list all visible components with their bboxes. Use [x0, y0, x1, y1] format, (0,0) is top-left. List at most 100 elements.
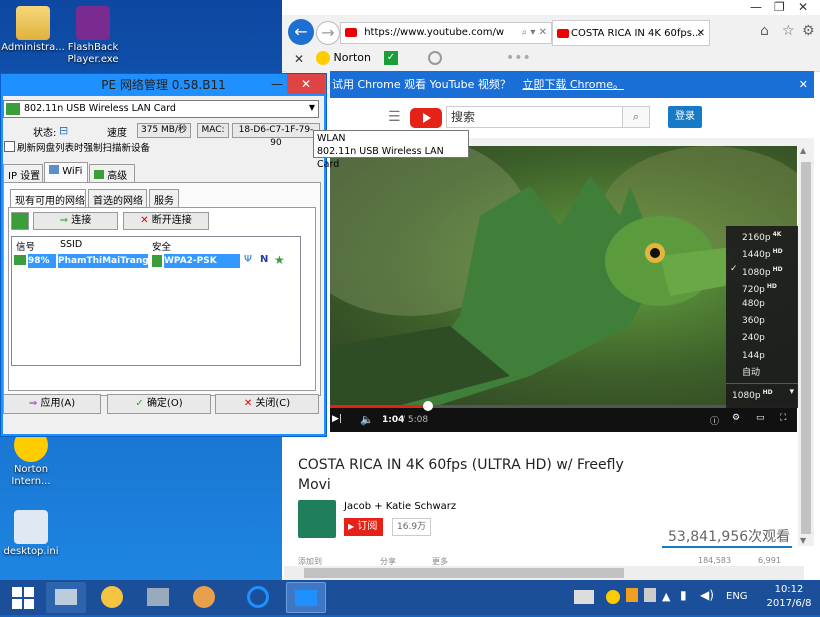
tab-ip-settings[interactable]: IP 设置 — [3, 164, 43, 182]
fullscreen-icon[interactable]: ⛶ — [780, 413, 786, 423]
url-text: https://www.youtube.com/w — [364, 27, 505, 38]
identity-safe-icon[interactable] — [428, 51, 442, 65]
channel-name[interactable]: Jacob + Katie Schwarz — [344, 501, 456, 512]
quality-option[interactable]: ✓ 1080p HD — [726, 261, 798, 278]
tab-youtube[interactable]: COSTA RICA IN 4K 60fps... ✕ — [552, 20, 710, 46]
volume-icon[interactable]: 🔈 — [360, 413, 374, 426]
language-indicator[interactable]: ENG — [726, 591, 748, 602]
norton-toolbar-button[interactable]: Norton — [316, 51, 371, 65]
search-input[interactable]: 搜索 — [446, 106, 624, 128]
usb-icon[interactable] — [644, 588, 656, 602]
video-controls: ▶| 🔈 1:04 / 5:08 ⓘ ⚙ ▭ ⛶ — [330, 401, 797, 432]
quality-label: 1440p — [742, 250, 771, 261]
theater-mode-icon[interactable]: ▭ — [756, 413, 765, 423]
quality-option[interactable]: 480p — [726, 296, 798, 313]
quality-label: 480p — [742, 298, 765, 309]
close-toolbar-icon[interactable]: ✕ — [294, 52, 304, 66]
close-button[interactable]: ✕ 关闭(C) — [215, 394, 319, 414]
up-arrow-icon[interactable]: ▲ — [662, 590, 670, 603]
maximize-button[interactable]: ❐ — [774, 0, 785, 14]
forward-button[interactable]: → — [316, 21, 340, 45]
banner-close-icon[interactable]: ✕ — [799, 71, 808, 98]
close-window-button[interactable]: ✕ — [798, 0, 808, 14]
page-scrollbar[interactable]: ▲ ▼ — [798, 146, 814, 546]
tab-preferred-networks[interactable]: 首选的网络 — [88, 189, 147, 207]
tab-close-icon[interactable]: ✕ — [697, 21, 705, 45]
pe-network-manager-window: PE 网络管理 0.58.B11 — ✕ 802.11n USB Wireles… — [0, 73, 327, 437]
taskbar-image-button[interactable] — [138, 582, 178, 613]
apply-button[interactable]: ⇒ 应用(A) — [3, 394, 101, 414]
clock[interactable]: 10:12 2017/6/8 — [758, 583, 820, 611]
minimize-button[interactable]: — — [750, 0, 762, 14]
search-icon[interactable]: ⌕ — [622, 106, 650, 128]
gear-icon[interactable]: ⚙ — [802, 23, 815, 39]
tooltip-title: WLAN — [317, 133, 346, 144]
more-icon[interactable]: ••• — [506, 50, 531, 66]
quality-option[interactable]: 自动 — [726, 365, 798, 382]
taskbar-pe-network-button[interactable] — [286, 582, 326, 613]
volume-tray-icon[interactable]: ◀) — [700, 588, 714, 602]
ok-button[interactable]: ✓ 确定(O) — [107, 394, 211, 414]
tab-services[interactable]: 服务 — [149, 189, 179, 207]
download-chrome-link[interactable]: 立即下载 Chrome。 — [522, 78, 624, 91]
taskbar-computer-button[interactable] — [46, 582, 86, 613]
notification-flag-icon[interactable] — [626, 588, 638, 602]
speed-value: 375 MB/秒 — [137, 123, 191, 138]
channel-avatar[interactable] — [298, 500, 336, 538]
like-count[interactable]: 184,583 — [698, 556, 731, 565]
quality-label: 240p — [742, 333, 765, 344]
search-dropdown-icon[interactable]: ⌕ ▾ ✕ — [522, 23, 547, 43]
refresh-checkbox-label: 刷新网盘列表时强制扫描新设备 — [17, 143, 151, 154]
favorites-star-icon[interactable]: ☆ — [782, 23, 795, 39]
seek-thumb[interactable] — [423, 401, 434, 411]
safe-check-icon[interactable]: ✓ — [384, 51, 398, 65]
adapter-select[interactable]: 802.11n USB Wireless LAN Card ▼ — [3, 100, 319, 118]
menu-icon[interactable]: ☰ — [388, 109, 401, 125]
network-row[interactable]: 98% PhamThiMaiTrang WPA2-PSK Ψ N ★ — [12, 253, 300, 269]
tab-available-networks[interactable]: 现有可用的网络 — [10, 189, 86, 207]
taskbar-paint-button[interactable] — [184, 582, 224, 613]
address-bar[interactable]: https://www.youtube.com/w ⌕ ▾ ✕ — [340, 22, 552, 44]
subscribe-button[interactable]: ▶ 订阅 — [344, 518, 384, 536]
quality-option[interactable]: 720p HD — [726, 278, 798, 295]
refresh-networks-button[interactable] — [11, 212, 29, 230]
refresh-checkbox[interactable] — [4, 141, 15, 152]
pe-titlebar[interactable]: PE 网络管理 0.58.B11 — ✕ — [1, 74, 326, 96]
dislike-count[interactable]: 6,991 — [758, 556, 781, 565]
quality-option[interactable]: 240p — [726, 330, 798, 347]
window-controls: — ❐ ✕ — [742, 0, 820, 15]
tab-advanced[interactable]: 高级 — [89, 164, 135, 182]
youtube-logo[interactable] — [410, 108, 442, 128]
quality-option[interactable]: 2160p 4K — [726, 226, 798, 243]
settings-gear-icon[interactable]: ⚙ — [732, 413, 740, 423]
horizontal-scrollbar[interactable] — [284, 566, 804, 580]
desktop-icon-norton[interactable]: Norton Intern... — [0, 428, 66, 488]
quality-current[interactable]: 1080p HD ▾ — [726, 382, 798, 401]
pe-close-button[interactable]: ✕ — [287, 74, 325, 94]
taskbar-flashback-button[interactable] — [92, 582, 132, 613]
quality-option[interactable]: 1440p HD — [726, 243, 798, 260]
desktop-icon-desktop-ini[interactable]: desktop.ini — [0, 510, 66, 558]
signal-bars-icon — [14, 255, 26, 265]
adapter-name: 802.11n USB Wireless LAN Card — [24, 103, 176, 114]
desktop-icon-flashback[interactable]: FlashBack Player.exe — [58, 6, 128, 66]
next-icon[interactable]: ▶| — [332, 414, 342, 424]
login-button[interactable]: 登录 — [668, 106, 702, 128]
connect-button[interactable]: ⇒ 连接 — [33, 212, 118, 230]
quality-option[interactable]: 144p — [726, 348, 798, 365]
x-icon: ✕ — [140, 215, 149, 226]
scrollbar-thumb[interactable] — [801, 162, 811, 534]
quality-option[interactable]: 360p — [726, 313, 798, 330]
info-icon[interactable]: ⓘ — [710, 414, 719, 427]
pe-minimize-button[interactable]: — — [271, 78, 283, 90]
taskbar-ie-button[interactable] — [238, 582, 278, 613]
start-button[interactable] — [6, 582, 40, 613]
back-button[interactable]: ← — [288, 19, 314, 45]
tab-wifi[interactable]: WiFi — [44, 162, 88, 182]
keyboard-icon[interactable] — [574, 590, 594, 604]
home-icon[interactable]: ⌂ — [760, 23, 769, 39]
norton-tray-icon[interactable] — [606, 590, 620, 604]
network-list[interactable]: 信号 SSID 安全 98% PhamThiMaiTrang WPA2-PSK … — [11, 236, 301, 366]
disconnect-button[interactable]: ✕ 断开连接 — [123, 212, 209, 230]
network-tray-icon[interactable]: ▮ — [680, 588, 687, 602]
